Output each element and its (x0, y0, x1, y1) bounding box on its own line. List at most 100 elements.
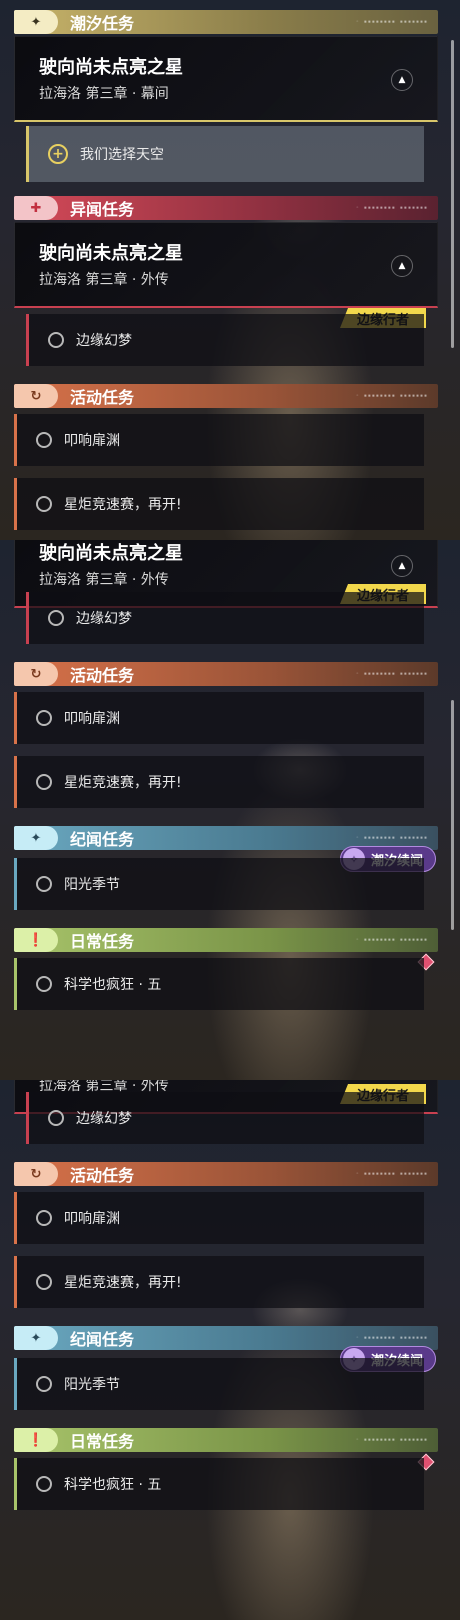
category-title: 日常任务 (70, 932, 135, 951)
radio-icon (36, 1210, 52, 1226)
quest-panel-view-2: 驶向尚未点亮之星 拉海洛 第三章 · 外传 ▲ 边缘行者 边缘幻梦 ↻ 活动任务… (0, 540, 460, 1080)
cycle-icon: ↻ (14, 1162, 58, 1186)
radio-icon (36, 1274, 52, 1290)
accent-bar (14, 1256, 17, 1308)
header-decoration: ◦ ▪▪▪▪▪▪▪▪ ▪▪▪▪▪▪▪ (355, 1171, 428, 1177)
category-title: 异闻任务 (70, 200, 135, 219)
target-selected-icon: + (48, 144, 68, 164)
quest-subtitle: 拉海洛 第三章 · 外传 (39, 572, 169, 588)
quest-item-label: 阳光季节 (64, 1377, 120, 1393)
quest-card-strange[interactable]: 驶向尚未点亮之星 拉海洛 第三章 · 外传 ▲ (14, 222, 438, 308)
radio-icon (36, 774, 52, 790)
radio-icon (48, 610, 64, 626)
quest-item[interactable]: 叩响扉渊 (14, 1192, 424, 1244)
accent-bar (26, 1092, 29, 1144)
radio-icon (36, 976, 52, 992)
category-title: 活动任务 (70, 388, 135, 407)
header-decoration: ◦ ▪▪▪▪▪▪▪▪ ▪▪▪▪▪▪▪ (355, 835, 428, 841)
quest-item-label: 叩响扉渊 (64, 433, 120, 449)
category-title: 活动任务 (70, 1166, 135, 1185)
collapse-caret-icon[interactable]: ▲ (391, 69, 413, 91)
collapse-caret-icon[interactable]: ▲ (391, 555, 413, 577)
quest-panel-view-1: ✦ 潮汐任务 ◦ ▪▪▪▪▪▪▪▪ ▪▪▪▪▪▪▪ 驶向尚未点亮之星 拉海洛 第… (0, 0, 460, 540)
category-title: 纪闻任务 (70, 830, 135, 849)
quest-item[interactable]: 边缘幻梦 (26, 314, 424, 366)
accent-bar (14, 1192, 17, 1244)
quest-card-tide[interactable]: 驶向尚未点亮之星 拉海洛 第三章 · 幕间 ▲ (14, 36, 438, 122)
quest-item-label: 边缘幻梦 (76, 611, 132, 627)
category-header-event[interactable]: ↻ 活动任务 ◦ ▪▪▪▪▪▪▪▪ ▪▪▪▪▪▪▪ (14, 662, 438, 686)
radio-icon (36, 710, 52, 726)
quest-item-label: 叩响扉渊 (64, 1211, 120, 1227)
category-header-event[interactable]: ↻ 活动任务 ◦ ▪▪▪▪▪▪▪▪ ▪▪▪▪▪▪▪ (14, 384, 438, 408)
radio-icon (48, 1110, 64, 1126)
accent-bar (14, 756, 17, 808)
category-header-tide[interactable]: ✦ 潮汐任务 ◦ ▪▪▪▪▪▪▪▪ ▪▪▪▪▪▪▪ (14, 10, 438, 34)
category-header-strange[interactable]: ✚ 异闻任务 ◦ ▪▪▪▪▪▪▪▪ ▪▪▪▪▪▪▪ (14, 196, 438, 220)
quest-item[interactable]: 科学也疯狂 · 五 (14, 958, 424, 1010)
category-title: 活动任务 (70, 666, 135, 685)
quest-item[interactable]: 边缘幻梦 (26, 592, 424, 644)
accent-bar (14, 958, 17, 1010)
radio-icon (48, 332, 64, 348)
radio-icon (36, 1376, 52, 1392)
quest-item-label: 我们选择天空 (80, 147, 164, 163)
accent-bar (14, 858, 17, 910)
quest-item-label: 星炬竞速赛，再开! (64, 775, 182, 791)
header-decoration: ◦ ▪▪▪▪▪▪▪▪ ▪▪▪▪▪▪▪ (355, 393, 428, 399)
accent-bar (14, 1458, 17, 1510)
scrollbar[interactable] (451, 40, 454, 348)
category-title: 日常任务 (70, 1432, 135, 1451)
accent-bar (26, 126, 29, 182)
quest-item-label: 叩响扉渊 (64, 711, 120, 727)
quest-item[interactable]: 叩响扉渊 (14, 692, 424, 744)
quest-item-label: 边缘幻梦 (76, 1111, 132, 1127)
quest-title: 驶向尚未点亮之星 (39, 243, 183, 264)
quest-item[interactable]: 阳光季节 (14, 1358, 424, 1410)
accent-bar (14, 692, 17, 744)
quest-item-label: 科学也疯狂 · 五 (64, 977, 162, 993)
header-decoration: ◦ ▪▪▪▪▪▪▪▪ ▪▪▪▪▪▪▪ (355, 937, 428, 943)
quest-item[interactable]: 边缘幻梦 (26, 1092, 424, 1144)
quest-item-selected[interactable]: + 我们选择天空 (26, 126, 424, 182)
quest-item-label: 星炬竞速赛，再开! (64, 1275, 182, 1291)
accent-bar (26, 314, 29, 366)
accent-bar (26, 592, 29, 644)
quest-item[interactable]: 科学也疯狂 · 五 (14, 1458, 424, 1510)
quest-item[interactable]: 星炬竞速赛，再开! (14, 1256, 424, 1308)
category-header-daily[interactable]: ❗ 日常任务 ◦ ▪▪▪▪▪▪▪▪ ▪▪▪▪▪▪▪ (14, 928, 438, 952)
quest-item[interactable]: 阳光季节 (14, 858, 424, 910)
quest-item[interactable]: 星炬竞速赛，再开! (14, 756, 424, 808)
scrollbar[interactable] (451, 700, 454, 930)
header-decoration: ◦ ▪▪▪▪▪▪▪▪ ▪▪▪▪▪▪▪ (355, 1437, 428, 1443)
quest-subtitle: 拉海洛 第三章 · 外传 (39, 272, 169, 288)
quest-item[interactable]: 叩响扉渊 (14, 414, 424, 466)
category-header-event[interactable]: ↻ 活动任务 ◦ ▪▪▪▪▪▪▪▪ ▪▪▪▪▪▪▪ (14, 1162, 438, 1186)
quest-item-label: 阳光季节 (64, 877, 120, 893)
quest-item-label: 科学也疯狂 · 五 (64, 1477, 162, 1493)
quest-panel-view-3: 拉海洛 第三章 · 外传 边缘行者 边缘幻梦 ↻ 活动任务 ◦ ▪▪▪▪▪▪▪▪… (0, 1080, 460, 1620)
accent-bar (14, 414, 17, 466)
alert-icon: ❗ (14, 928, 58, 952)
header-decoration: ◦ ▪▪▪▪▪▪▪▪ ▪▪▪▪▪▪▪ (355, 205, 428, 211)
radio-icon (36, 876, 52, 892)
header-decoration: ◦ ▪▪▪▪▪▪▪▪ ▪▪▪▪▪▪▪ (355, 1335, 428, 1341)
header-decoration: ◦ ▪▪▪▪▪▪▪▪ ▪▪▪▪▪▪▪ (355, 19, 428, 25)
alert-icon: ❗ (14, 1428, 58, 1452)
category-header-daily[interactable]: ❗ 日常任务 ◦ ▪▪▪▪▪▪▪▪ ▪▪▪▪▪▪▪ (14, 1428, 438, 1452)
accent-bar (14, 1358, 17, 1410)
radio-icon (36, 432, 52, 448)
header-decoration: ◦ ▪▪▪▪▪▪▪▪ ▪▪▪▪▪▪▪ (355, 671, 428, 677)
quest-item-label: 边缘幻梦 (76, 333, 132, 349)
radio-icon (36, 496, 52, 512)
sparkle-icon: ✦ (14, 1326, 58, 1350)
cycle-icon: ↻ (14, 662, 58, 686)
radio-icon (36, 1476, 52, 1492)
category-title: 潮汐任务 (70, 14, 135, 33)
quest-item-label: 星炬竞速赛，再开! (64, 497, 182, 513)
collapse-caret-icon[interactable]: ▲ (391, 255, 413, 277)
quest-title: 驶向尚未点亮之星 (39, 543, 183, 564)
quest-item[interactable]: 星炬竞速赛，再开! (14, 478, 424, 530)
quest-subtitle: 拉海洛 第三章 · 幕间 (39, 86, 169, 102)
quest-title: 驶向尚未点亮之星 (39, 57, 183, 78)
